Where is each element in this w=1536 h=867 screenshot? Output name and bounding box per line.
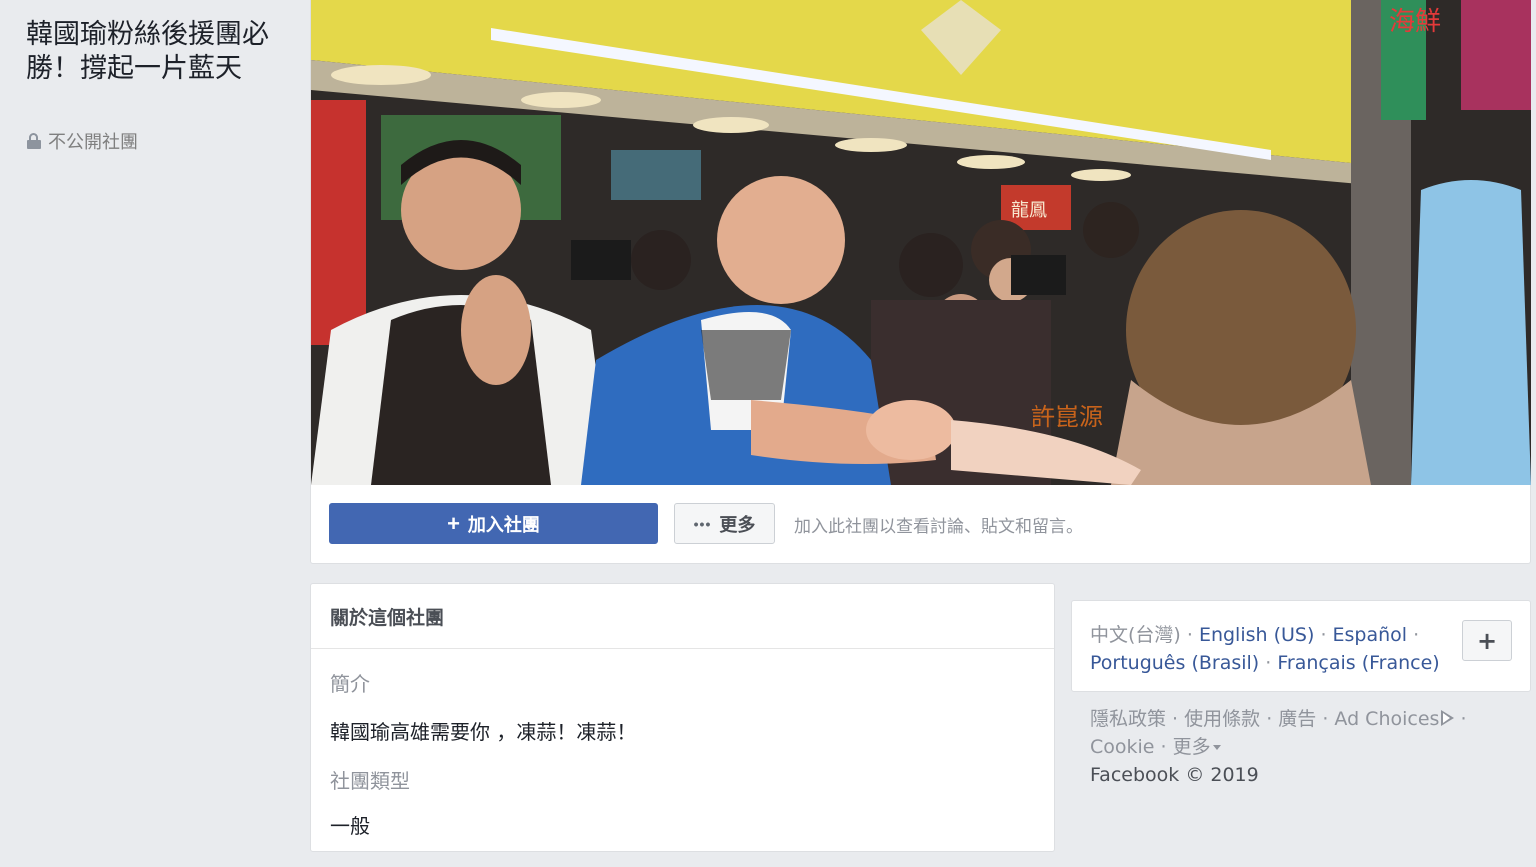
ellipsis-icon: ••• xyxy=(693,515,712,532)
language-list: 中文(台灣) · English (US) · Español · Portug… xyxy=(1090,624,1440,674)
more-button[interactable]: ••• 更多 xyxy=(674,503,775,544)
join-group-label: 加入社團 xyxy=(467,514,540,535)
language-french-link[interactable]: Français (France) xyxy=(1277,652,1439,674)
language-card: 中文(台灣) · English (US) · Español · Portug… xyxy=(1071,600,1531,692)
language-spanish-link[interactable]: Español xyxy=(1333,624,1408,646)
about-header: 關於這個社團 xyxy=(311,584,1054,649)
footer-copyright: Facebook © 2019 xyxy=(1090,764,1259,786)
cover-photo[interactable]: 龍鳳 海鮮 許崑源 xyxy=(311,0,1531,485)
footer-privacy-link[interactable]: 隱私政策 xyxy=(1090,708,1166,730)
group-type-label: 社團類型 xyxy=(330,769,410,793)
join-hint: 加入此社團以查看討論、貼文和留言。 xyxy=(794,517,1083,537)
intro-label: 簡介 xyxy=(330,672,370,696)
group-title[interactable]: 韓國瑜粉絲後援團必勝！撐起一片藍天 xyxy=(26,18,286,86)
shop-sign: 海鮮 xyxy=(1389,7,1441,37)
cover-photo-illustration: 龍鳳 海鮮 許崑源 xyxy=(311,0,1531,485)
footer-more-link[interactable]: 更多 xyxy=(1173,736,1221,758)
footer-terms-link[interactable]: 使用條款 xyxy=(1184,708,1260,730)
caret-down-icon xyxy=(1212,745,1221,750)
footer-ads-link[interactable]: 廣告 xyxy=(1278,708,1316,730)
add-language-button[interactable]: + xyxy=(1462,620,1512,661)
language-portuguese-link[interactable]: Português (Brasil) xyxy=(1090,652,1259,674)
lock-icon xyxy=(26,133,42,149)
footer-cookie-link[interactable]: Cookie xyxy=(1090,736,1155,758)
more-label: 更多 xyxy=(719,514,756,535)
plus-icon: + xyxy=(447,510,460,536)
cover-card: 龍鳳 海鮮 許崑源 + 加入社團 ••• 更多 加入此社團以查看討論、貼文和留言… xyxy=(310,0,1531,564)
left-column: 韓國瑜粉絲後援團必勝！撐起一片藍天 不公開社團 xyxy=(0,0,310,867)
privacy-label: 不公開社團 xyxy=(48,132,138,153)
about-card: 關於這個社團 簡介 韓國瑜高雄需要你 ，凍蒜！凍蒜！ 社團類型 一般 xyxy=(310,583,1055,852)
language-english-link[interactable]: English (US) xyxy=(1199,624,1314,646)
footer: 隱私政策 · 使用條款 · 廣告 · Ad Choices · Cookie ·… xyxy=(1090,708,1467,786)
group-type-value: 一般 xyxy=(330,814,370,838)
join-group-button[interactable]: + 加入社團 xyxy=(329,503,658,544)
plus-icon: + xyxy=(1476,626,1498,655)
footer-ad-choices-link[interactable]: Ad Choices xyxy=(1334,708,1455,730)
intro-value: 韓國瑜高雄需要你 ，凍蒜！凍蒜！ xyxy=(330,720,637,744)
language-current: 中文(台灣) xyxy=(1090,624,1181,646)
svg-text:許崑源: 許崑源 xyxy=(1031,403,1103,431)
ad-choices-icon xyxy=(1441,710,1455,726)
svg-text:龍鳳: 龍鳳 xyxy=(1011,200,1047,221)
group-privacy: 不公開社團 xyxy=(26,128,138,154)
